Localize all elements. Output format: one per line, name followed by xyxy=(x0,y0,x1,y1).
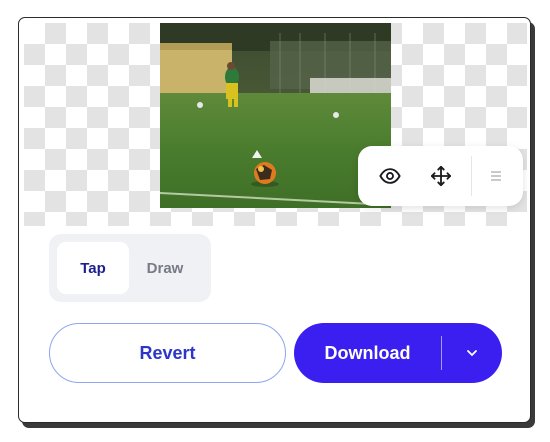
revert-button[interactable]: Revert xyxy=(49,323,286,383)
download-split-button: Download xyxy=(294,323,502,383)
selection-mode-toggle: Tap Draw xyxy=(49,234,211,302)
toolbar-divider xyxy=(471,156,472,196)
more-options-button[interactable] xyxy=(484,164,508,188)
chevron-down-icon xyxy=(467,350,477,356)
download-button[interactable]: Download xyxy=(294,323,441,383)
download-options-button[interactable] xyxy=(442,323,502,383)
move-button[interactable] xyxy=(423,158,459,194)
preview-toggle-button[interactable] xyxy=(372,158,408,194)
move-icon xyxy=(430,165,452,187)
view-toolbar xyxy=(358,146,523,206)
menu-icon xyxy=(491,171,501,181)
tap-mode-button[interactable]: Tap xyxy=(57,242,129,294)
photo-graphic xyxy=(160,23,391,208)
preview-image[interactable] xyxy=(160,23,391,208)
editor-card: Tap Draw Revert Download xyxy=(18,17,531,423)
eye-icon xyxy=(379,168,401,184)
draw-mode-button[interactable]: Draw xyxy=(129,242,201,294)
transparent-canvas xyxy=(24,23,527,226)
